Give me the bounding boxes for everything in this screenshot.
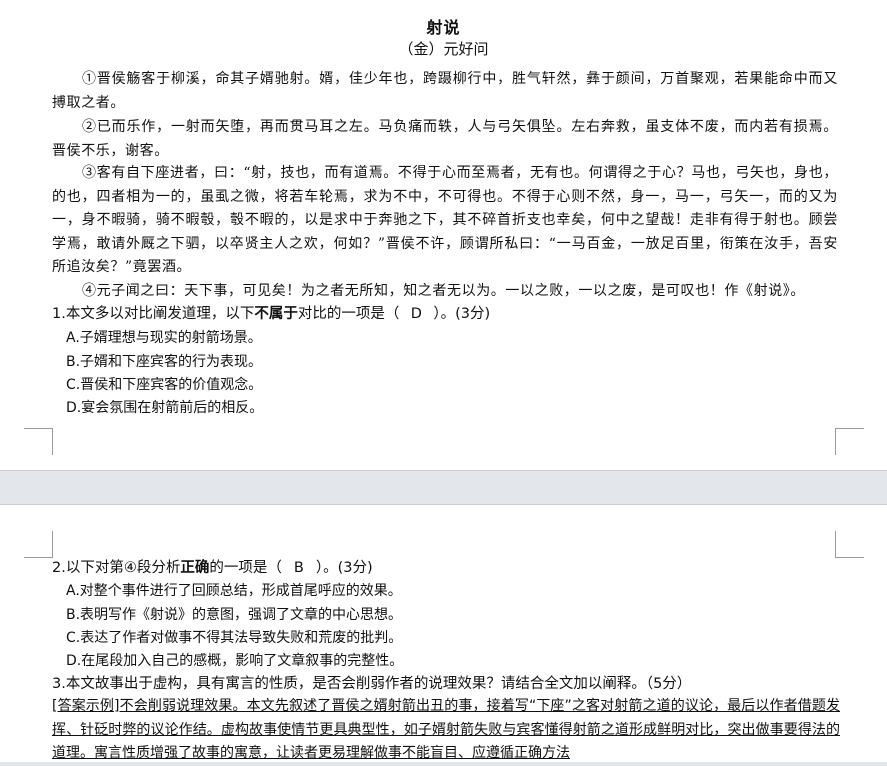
question-3-answer: [答案示例]不会削弱说理效果。本文先叙述了晋侯之婿射箭出丑的事，接着写“下座”之…: [52, 698, 840, 761]
passage-paragraph-4: ④元子闻之曰：天下事，可见矣！为之者无所知，知之者无以为。一以之败，一以之废，是…: [82, 283, 805, 299]
question-1-emphasis: 不属于: [254, 306, 298, 322]
document-page-1: 射说 （金）元好问 ①晋侯觞客于柳溪，命其子婿驰射。婿，佳少年也，跨蹑柳行中，胜…: [0, 0, 887, 470]
question-2-option-a: A.对整个事件进行了回顾总结，形成首尾呼应的效果。: [66, 583, 402, 599]
page-corner-mark: [24, 531, 53, 558]
question-2-text-mid: 的一项是（: [209, 560, 282, 576]
question-1-answer: D: [410, 306, 422, 322]
question-2-option-b: B.表明写作《射说》的意图，强调了文章的中心思想。: [66, 607, 403, 623]
question-2-option-c: C.表达了作者对做事不得其法导致失败和荒废的批判。: [66, 630, 403, 646]
passage-paragraph-3: ③客有自下座进者，曰：“射，技也，而有道焉。不得于心而至焉者，无有也。何谓得之于…: [52, 165, 838, 275]
question-2-answer: B: [293, 560, 304, 576]
question-1-score: ）。(3分): [433, 306, 491, 322]
page-separator: [0, 470, 887, 505]
question-1-text-mid: 对比的一项是（: [297, 306, 400, 322]
question-1-text: 1.本文多以对比阐发道理，以下: [52, 306, 255, 322]
question-2-option-d: D.在尾段加入自己的感概，影响了文章叙事的完整性。: [66, 653, 404, 669]
passage-author: （金）元好问: [398, 40, 489, 58]
question-2-score: ）。(3分): [315, 560, 373, 576]
question-1-option-a: A.子婿理想与现实的射箭场景。: [66, 330, 262, 346]
passage-paragraph-1: ①晋侯觞客于柳溪，命其子婿驰射。婿，佳少年也，跨蹑柳行中，胜气轩然，彝于颜间，万…: [52, 71, 838, 111]
question-1-stem: 1.本文多以对比阐发道理，以下不属于对比的一项是（ D ）。(3分): [52, 303, 842, 326]
question-3-stem: 3.本文故事出于虚构，具有寓言的性质，是否会削弱作者的说理效果？请结合全文加以阐…: [52, 676, 692, 692]
question-2-text: 2.以下对第④段分析: [52, 560, 181, 576]
page-corner-mark: [24, 428, 53, 455]
question-1-option-c: C.晋侯和下座宾客的价值观念。: [66, 377, 263, 393]
question-2-stem: 2.以下对第④段分析正确的一项是（ B ）。(3分): [52, 557, 842, 580]
passage-title: 射说: [426, 18, 461, 37]
question-2-emphasis: 正确: [180, 560, 210, 576]
question-1-option-b: B.子婿和下座宾客的行为表现。: [66, 354, 263, 370]
question-1-option-d: D.宴会氛围在射箭前后的相反。: [66, 400, 264, 416]
page-corner-mark: [835, 531, 864, 558]
passage-paragraph-2: ②已而乐作，一射而矢堕，再而贯马耳之左。马负痛而轶，人与弓矢俱坠。左右奔救，虽支…: [52, 119, 838, 159]
page-corner-mark: [835, 428, 864, 455]
